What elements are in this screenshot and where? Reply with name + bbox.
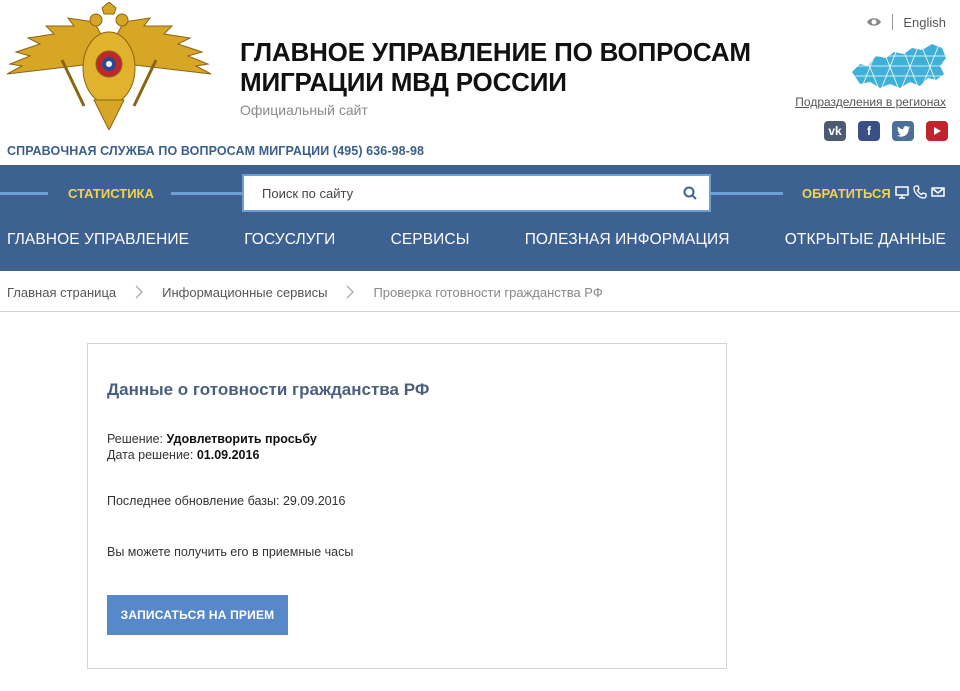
twitter-icon[interactable] [892, 121, 914, 141]
contact-link[interactable]: ОБРАТИТЬСЯ [802, 186, 891, 201]
vk-icon[interactable]: vk [824, 121, 846, 141]
menu-item-open-data[interactable]: ОТКРЫТЫЕ ДАННЫЕ [785, 231, 946, 249]
monitor-icon[interactable] [895, 185, 909, 199]
nav-decor-line [171, 192, 242, 195]
site-subtitle: Официальный сайт [240, 102, 368, 118]
regions-link[interactable]: Подразделения в регионах [795, 95, 946, 109]
russia-map-icon[interactable] [850, 42, 948, 92]
decision-date-value: 01.09.2016 [196, 448, 260, 462]
menu-item-useful-info[interactable]: ПОЛЕЗНАЯ ИНФОРМАЦИЯ [525, 231, 730, 249]
facebook-icon[interactable]: f [858, 121, 880, 141]
menu-item-main-department[interactable]: ГЛАВНОЕ УПРАВЛЕНИЕ [7, 231, 189, 249]
card-title: Данные о готовности гражданства РФ [107, 380, 430, 399]
statistics-link[interactable]: СТАТИСТИКА [68, 186, 154, 201]
last-update-text: Последнее обновление базы: 29.09.2016 [107, 494, 346, 508]
breadcrumb-current: Проверка готовности гражданства РФ [373, 284, 603, 300]
book-appointment-button[interactable]: ЗАПИСАТЬСЯ НА ПРИЕМ [107, 595, 288, 635]
pickup-note-text: Вы можете получить его в приемные часы [107, 545, 354, 559]
contact-icons [895, 185, 945, 199]
divider [892, 14, 894, 30]
helpline-phone: СПРАВОЧНАЯ СЛУЖБА ПО ВОПРОСАМ МИГРАЦИИ (… [7, 144, 425, 158]
search-box [242, 174, 711, 212]
site-title: ГЛАВНОЕ УПРАВЛЕНИЕ ПО ВОПРОСАМ МИГРАЦИИ … [240, 37, 760, 97]
mvd-emblem-logo[interactable] [2, 2, 216, 130]
decision-date-row: Дата решение: 01.09.2016 [107, 448, 259, 462]
site-title-line-2: МИГРАЦИИ МВД РОССИИ [240, 67, 567, 97]
divider [0, 311, 960, 312]
citizenship-status-card: Данные о готовности гражданства РФ Решен… [87, 343, 727, 669]
youtube-icon[interactable] [926, 121, 948, 141]
nav-decor-line [711, 192, 783, 195]
site-header: ГЛАВНОЕ УПРАВЛЕНИЕ ПО ВОПРОСАМ МИГРАЦИИ … [0, 0, 960, 165]
site-title-line-1: ГЛАВНОЕ УПРАВЛЕНИЕ ПО ВОПРОСАМ [240, 37, 751, 67]
menu-item-gosuslugi[interactable]: ГОСУСЛУГИ [244, 231, 335, 249]
phone-icon[interactable] [913, 185, 927, 199]
chevron-right-icon [346, 285, 355, 299]
chevron-right-icon [135, 285, 144, 299]
search-icon[interactable] [683, 186, 697, 200]
accessibility-language-bar: English [866, 14, 946, 30]
decision-row: Решение: Удовлетворить просьбу [107, 432, 317, 446]
social-links: vk f [824, 121, 948, 141]
breadcrumb-home[interactable]: Главная страница [7, 285, 116, 300]
decision-label: Решение: [107, 432, 164, 446]
main-navigation: СТАТИСТИКА ОБРАТИТЬСЯ ГЛАВНОЕ УПРАВЛЕНИЕ… [0, 165, 960, 271]
decision-value: Удовлетворить просьбу [166, 432, 317, 446]
decision-date-label: Дата решение: [107, 448, 194, 462]
nav-decor-line [0, 192, 48, 195]
breadcrumb-info-services[interactable]: Информационные сервисы [162, 285, 327, 300]
language-link[interactable]: English [903, 15, 946, 30]
mail-icon[interactable] [931, 185, 945, 199]
main-menu: ГЛАВНОЕ УПРАВЛЕНИЕ ГОСУСЛУГИ СЕРВИСЫ ПОЛ… [0, 231, 960, 249]
breadcrumb: Главная страница Информационные сервисы … [7, 283, 603, 301]
eye-icon[interactable] [866, 16, 882, 28]
search-input[interactable] [244, 176, 664, 210]
menu-item-services[interactable]: СЕРВИСЫ [391, 231, 470, 249]
